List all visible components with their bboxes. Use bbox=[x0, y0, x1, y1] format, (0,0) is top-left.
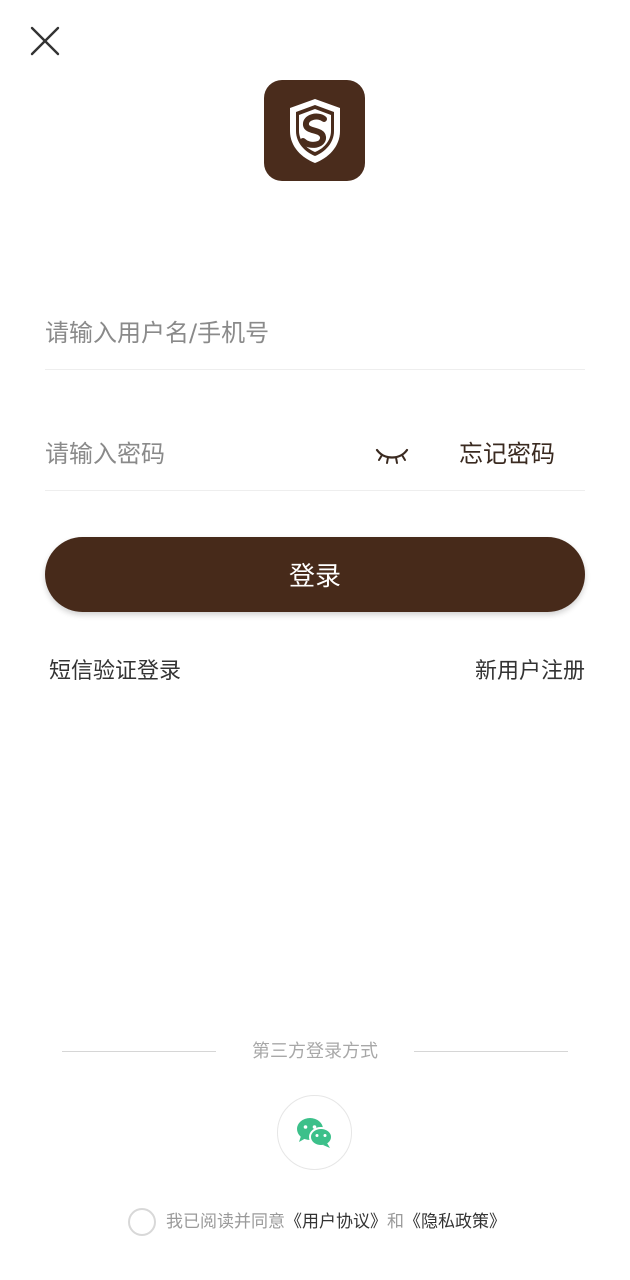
password-field: 忘记密码 bbox=[45, 419, 585, 491]
wechat-login-button[interactable] bbox=[277, 1095, 352, 1170]
third-party-label: 第三方登录方式 bbox=[252, 1041, 378, 1062]
user-agreement-link[interactable]: 《用户协议》 bbox=[285, 1205, 387, 1239]
sms-login-link[interactable]: 短信验证登录 bbox=[49, 652, 181, 692]
username-field bbox=[45, 298, 585, 370]
username-input[interactable] bbox=[45, 298, 585, 368]
login-button[interactable]: 登录 bbox=[45, 537, 585, 612]
shield-s-logo bbox=[289, 98, 340, 163]
agreement-prefix: 我已阅读并同意 bbox=[166, 1212, 285, 1232]
privacy-policy-link[interactable]: 《隐私政策》 bbox=[404, 1205, 506, 1239]
agreement-row: 我已阅读并同意 《用户协议》 和 《隐私政策》 bbox=[128, 1205, 506, 1239]
wechat-icon bbox=[296, 1117, 333, 1148]
forgot-password-link[interactable]: 忘记密码 bbox=[459, 419, 555, 489]
close-icon bbox=[30, 26, 60, 56]
password-visibility-toggle[interactable] bbox=[373, 436, 411, 472]
password-input[interactable] bbox=[45, 419, 355, 489]
agreement-conjunction: 和 bbox=[387, 1212, 404, 1232]
app-logo bbox=[264, 80, 365, 181]
eye-closed-icon bbox=[375, 448, 409, 464]
divider-line-right bbox=[414, 1051, 568, 1052]
agreement-checkbox[interactable] bbox=[128, 1208, 156, 1236]
register-link[interactable]: 新用户注册 bbox=[475, 652, 585, 692]
third-party-divider: 第三方登录方式 bbox=[62, 1036, 568, 1068]
close-button[interactable] bbox=[24, 20, 66, 62]
